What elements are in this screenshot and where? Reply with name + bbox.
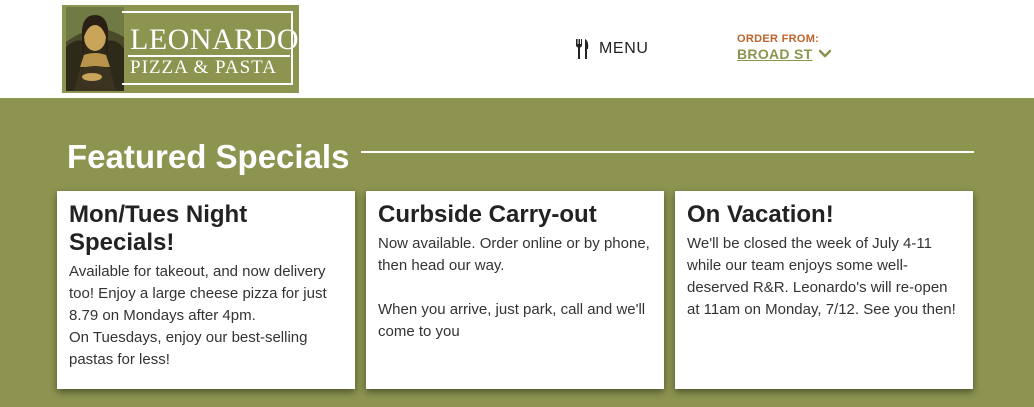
order-location-link[interactable]: BROAD ST (737, 46, 813, 62)
site-header: LEONARDO'S PIZZA & PASTA MENU ORDER FROM… (0, 0, 1034, 98)
chevron-down-icon[interactable] (818, 49, 831, 59)
menu-link[interactable]: MENU (575, 38, 649, 60)
mona-lisa-portrait-icon (66, 7, 124, 91)
card-body: Now available. Order online or by phone,… (378, 235, 650, 340)
title-divider (361, 151, 974, 153)
featured-specials-section: Featured Specials Mon/Tues Night Special… (0, 98, 1034, 407)
logo-subtitle: PIZZA & PASTA (130, 57, 277, 78)
card-title: Mon/Tues Night Specials! (69, 201, 248, 256)
card-title: On Vacation! (687, 201, 834, 228)
special-card: Mon/Tues Night Specials! Available for t… (57, 191, 355, 389)
special-card: Curbside Carry-out Now available. Order … (366, 191, 664, 389)
order-from-label: ORDER FROM: (737, 33, 820, 45)
special-card: On Vacation! We'll be closed the week of… (675, 191, 973, 389)
card-body: Available for takeout, and now delivery … (69, 263, 327, 368)
section-title: Featured Specials (67, 138, 350, 175)
site-logo[interactable]: LEONARDO'S PIZZA & PASTA (62, 5, 299, 93)
fork-knife-icon (576, 39, 589, 59)
logo-title: LEONARDO'S (130, 23, 299, 56)
card-title: Curbside Carry-out (378, 201, 597, 228)
menu-label: MENU (599, 40, 649, 57)
order-from-selector[interactable]: ORDER FROM: BROAD ST (737, 33, 831, 62)
card-body: We'll be closed the week of July 4-11 wh… (687, 235, 956, 318)
order-from-row[interactable]: BROAD ST (737, 46, 831, 62)
